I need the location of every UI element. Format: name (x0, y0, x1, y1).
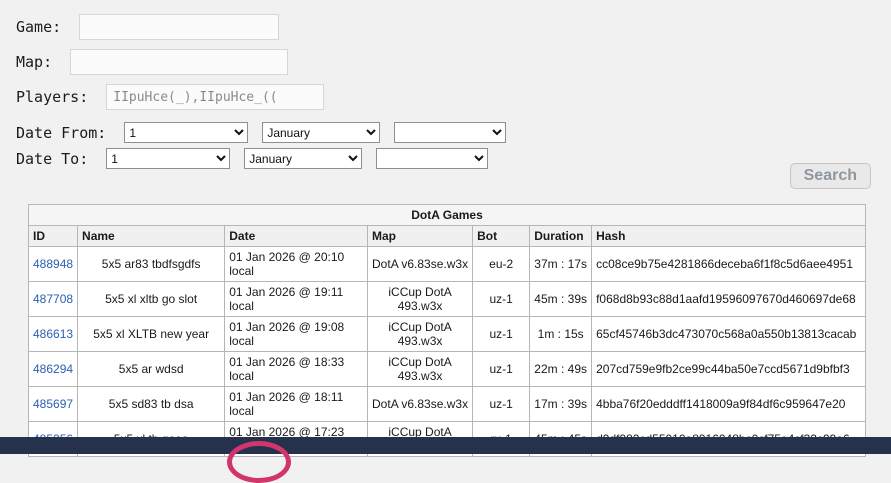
name-cell: 5x5 ar wdsd (78, 352, 225, 387)
date-cell: 01 Jan 2026 @ 19:08 local (225, 317, 368, 352)
players-row: Players: (16, 84, 891, 110)
name-cell: 5x5 xl xltb go slot (78, 282, 225, 317)
date-from-label: Date From: (16, 124, 106, 142)
date-cell: 01 Jan 2026 @ 19:11 local (225, 282, 368, 317)
game-id-link[interactable]: 487708 (33, 292, 73, 306)
column-header-map: Map (368, 226, 473, 247)
table-row: 485697 5x5 sd83 tb dsa01 Jan 2026 @ 18:11… (29, 387, 866, 422)
hash-cell: cc08ce9b75e4281866deceba6f1f8c5d6aee4951 (592, 247, 866, 282)
table-title-row: DotA Games (29, 205, 866, 226)
date-to-row: Date To: 1 January (16, 148, 891, 169)
date-cell: 01 Jan 2026 @ 18:33 local (225, 352, 368, 387)
column-header-duration: Duration (530, 226, 592, 247)
table-row: 486613 5x5 xl XLTB new year01 Jan 2026 @ … (29, 317, 866, 352)
map-input[interactable] (70, 49, 288, 75)
id-cell: 485697 (29, 387, 78, 422)
name-cell: 5x5 ar83 tbdfsgdfs (78, 247, 225, 282)
game-input[interactable] (79, 14, 279, 40)
table-row: 487708 5x5 xl xltb go slot01 Jan 2026 @ 1… (29, 282, 866, 317)
footer-bar (0, 437, 891, 454)
game-search-form: Game: Map: Players: Date From: 1 January… (0, 0, 891, 169)
duration-cell: 37m : 17s (530, 247, 592, 282)
table-title: DotA Games (29, 205, 866, 226)
id-cell: 487708 (29, 282, 78, 317)
column-header-bot: Bot (473, 226, 530, 247)
map-cell: iCCup DotA 493.w3x (368, 282, 473, 317)
column-header-name: Name (78, 226, 225, 247)
game-id-link[interactable]: 485697 (33, 397, 73, 411)
game-row: Game: (16, 14, 891, 40)
duration-cell: 1m : 15s (530, 317, 592, 352)
map-label: Map: (16, 53, 52, 71)
map-row: Map: (16, 49, 891, 75)
hash-cell: 4bba76f20edddff1418009a9f84df6c959647e20 (592, 387, 866, 422)
duration-cell: 45m : 39s (530, 282, 592, 317)
map-cell: iCCup DotA 493.w3x (368, 352, 473, 387)
hash-cell: 207cd759e9fb2ce99c44ba50e7ccd5671d9bfbf3 (592, 352, 866, 387)
date-to-year-select[interactable] (376, 148, 488, 169)
id-cell: 488948 (29, 247, 78, 282)
hash-cell: f068d8b93c88d1aafd19596097670d460697de68 (592, 282, 866, 317)
map-cell: DotA v6.83se.w3x (368, 387, 473, 422)
bot-cell: uz-1 (473, 317, 530, 352)
duration-cell: 17m : 39s (530, 387, 592, 422)
date-to-label: Date To: (16, 150, 88, 168)
id-cell: 486613 (29, 317, 78, 352)
footer-logo-arc (227, 441, 291, 483)
duration-cell: 22m : 49s (530, 352, 592, 387)
date-cell: 01 Jan 2026 @ 20:10 local (225, 247, 368, 282)
date-to-month-select[interactable]: January (244, 148, 362, 169)
date-from-year-select[interactable] (394, 122, 506, 143)
date-from-day-select[interactable]: 1 (124, 122, 248, 143)
date-cell: 01 Jan 2026 @ 18:11 local (225, 387, 368, 422)
dota-games-table: DotA Games IDNameDateMapBotDurationHash … (28, 204, 866, 457)
id-cell: 486294 (29, 352, 78, 387)
bot-cell: uz-1 (473, 282, 530, 317)
column-header-date: Date (225, 226, 368, 247)
map-cell: iCCup DotA 493.w3x (368, 317, 473, 352)
search-button[interactable]: Search (790, 163, 871, 189)
game-id-link[interactable]: 488948 (33, 257, 73, 271)
column-header-hash: Hash (592, 226, 866, 247)
bot-cell: uz-1 (473, 387, 530, 422)
game-id-link[interactable]: 486294 (33, 362, 73, 376)
games-table-body: 488948 5x5 ar83 tbdfsgdfs01 Jan 2026 @ 20… (29, 247, 866, 457)
map-cell: DotA v6.83se.w3x (368, 247, 473, 282)
games-table-header-row: IDNameDateMapBotDurationHash (29, 226, 866, 247)
column-header-id: ID (29, 226, 78, 247)
date-to-day-select[interactable]: 1 (106, 148, 230, 169)
bot-cell: eu-2 (473, 247, 530, 282)
name-cell: 5x5 xl XLTB new year (78, 317, 225, 352)
bot-cell: uz-1 (473, 352, 530, 387)
games-table-head: DotA Games IDNameDateMapBotDurationHash (29, 205, 866, 247)
table-row: 488948 5x5 ar83 tbdfsgdfs01 Jan 2026 @ 20… (29, 247, 866, 282)
table-row: 486294 5x5 ar wdsd01 Jan 2026 @ 18:33 loc… (29, 352, 866, 387)
players-input[interactable] (106, 84, 324, 110)
date-from-row: Date From: 1 January (16, 122, 891, 143)
date-from-month-select[interactable]: January (262, 122, 380, 143)
hash-cell: 65cf45746b3dc473070c568a0a550b13813cacab (592, 317, 866, 352)
game-id-link[interactable]: 486613 (33, 327, 73, 341)
name-cell: 5x5 sd83 tb dsa (78, 387, 225, 422)
players-label: Players: (16, 88, 88, 106)
game-label: Game: (16, 18, 61, 36)
